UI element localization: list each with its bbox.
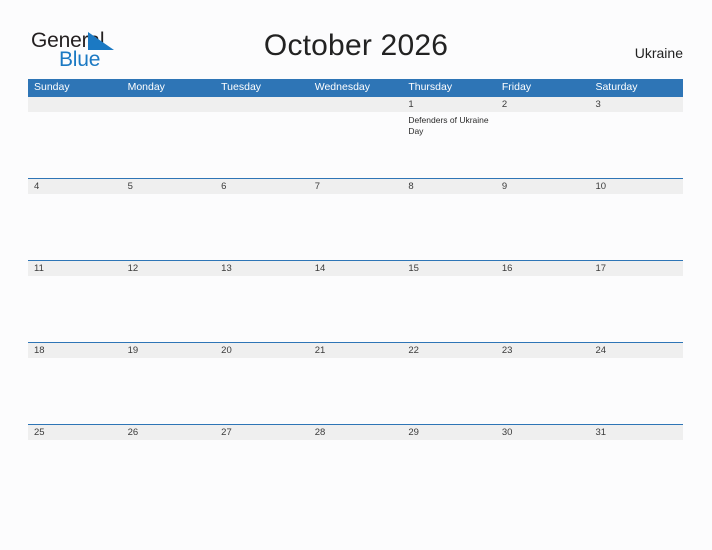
day-cell[interactable] (496, 112, 590, 178)
day-cell[interactable] (215, 112, 309, 178)
day-cell[interactable] (215, 276, 309, 342)
date-number[interactable]: 1 (402, 97, 496, 112)
date-number[interactable]: 16 (496, 261, 590, 276)
day-cell[interactable] (28, 194, 122, 260)
date-number[interactable]: 31 (589, 425, 683, 440)
date-number[interactable]: 8 (402, 179, 496, 194)
day-cell[interactable] (28, 112, 122, 178)
day-cell[interactable] (28, 358, 122, 424)
date-number[interactable] (309, 97, 403, 112)
week-date-numbers: 18 19 20 21 22 23 24 (28, 343, 683, 358)
day-cell[interactable] (589, 112, 683, 178)
week-event-cells (28, 194, 683, 260)
day-cell[interactable] (309, 276, 403, 342)
day-cell[interactable] (28, 276, 122, 342)
date-number[interactable]: 19 (122, 343, 216, 358)
day-cell[interactable] (122, 358, 216, 424)
day-header-wednesday: Wednesday (314, 81, 370, 93)
day-cell[interactable] (496, 440, 590, 506)
week-event-cells (28, 440, 683, 506)
day-cell[interactable] (589, 194, 683, 260)
date-number[interactable]: 9 (496, 179, 590, 194)
week-row: 18 19 20 21 22 23 24 (28, 342, 683, 424)
day-cell[interactable] (309, 440, 403, 506)
week-event-cells: Defenders of Ukraine Day (28, 112, 683, 178)
day-cell[interactable] (309, 194, 403, 260)
date-number[interactable]: 24 (589, 343, 683, 358)
date-number[interactable] (28, 97, 122, 112)
week-row: 4 5 6 7 8 9 10 (28, 178, 683, 260)
day-cell[interactable] (496, 194, 590, 260)
date-number[interactable]: 14 (309, 261, 403, 276)
day-cell[interactable] (215, 358, 309, 424)
day-cell[interactable] (496, 276, 590, 342)
day-header-friday: Friday (501, 81, 532, 93)
day-cell[interactable]: Defenders of Ukraine Day (402, 112, 496, 178)
date-number[interactable]: 17 (589, 261, 683, 276)
date-number[interactable]: 23 (496, 343, 590, 358)
date-number[interactable] (215, 97, 309, 112)
day-cell[interactable] (402, 358, 496, 424)
week-date-numbers: 4 5 6 7 8 9 10 (28, 179, 683, 194)
date-number[interactable]: 30 (496, 425, 590, 440)
date-number[interactable]: 18 (28, 343, 122, 358)
date-number[interactable]: 11 (28, 261, 122, 276)
date-number[interactable]: 4 (28, 179, 122, 194)
date-number[interactable]: 5 (122, 179, 216, 194)
day-of-week-header-row: Sunday Monday Tuesday Wednesday Thursday… (28, 79, 683, 96)
date-number[interactable]: 25 (28, 425, 122, 440)
date-number[interactable]: 12 (122, 261, 216, 276)
day-header-tuesday: Tuesday (221, 81, 262, 93)
day-header-thursday: Thursday (408, 81, 453, 93)
week-date-numbers: 1 2 3 (28, 97, 683, 112)
week-row: 11 12 13 14 15 16 17 (28, 260, 683, 342)
day-cell[interactable] (309, 358, 403, 424)
day-cell[interactable] (402, 194, 496, 260)
country-label: Ukraine (634, 45, 683, 61)
event-label: Defenders of Ukraine Day (408, 115, 489, 136)
week-date-numbers: 11 12 13 14 15 16 17 (28, 261, 683, 276)
week-row: 1 2 3 Defenders of Ukraine Day (28, 96, 683, 178)
date-number[interactable]: 22 (402, 343, 496, 358)
week-event-cells (28, 358, 683, 424)
day-cell[interactable] (589, 276, 683, 342)
day-cell[interactable] (215, 194, 309, 260)
day-cell[interactable] (28, 440, 122, 506)
date-number[interactable]: 26 (122, 425, 216, 440)
date-number[interactable]: 21 (309, 343, 403, 358)
day-cell[interactable] (122, 440, 216, 506)
page-title: October 2026 (263, 29, 449, 62)
week-date-numbers: 25 26 27 28 29 30 31 (28, 425, 683, 440)
date-number[interactable]: 15 (402, 261, 496, 276)
day-cell[interactable] (122, 276, 216, 342)
week-row: 25 26 27 28 29 30 31 (28, 424, 683, 506)
week-event-cells (28, 276, 683, 342)
day-cell[interactable] (402, 440, 496, 506)
date-number[interactable] (122, 97, 216, 112)
calendar-grid: Sunday Monday Tuesday Wednesday Thursday… (28, 79, 683, 506)
date-number[interactable]: 20 (215, 343, 309, 358)
calendar-page: General Blue October 2026 Ukraine Sunday… (0, 0, 712, 550)
date-number[interactable]: 3 (589, 97, 683, 112)
day-cell[interactable] (589, 358, 683, 424)
date-number[interactable]: 27 (215, 425, 309, 440)
date-number[interactable]: 2 (496, 97, 590, 112)
date-number[interactable]: 6 (215, 179, 309, 194)
day-cell[interactable] (496, 358, 590, 424)
date-number[interactable]: 13 (215, 261, 309, 276)
date-number[interactable]: 10 (589, 179, 683, 194)
day-header-saturday: Saturday (595, 81, 638, 93)
day-header-sunday: Sunday (34, 81, 70, 93)
date-number[interactable]: 7 (309, 179, 403, 194)
day-cell[interactable] (589, 440, 683, 506)
day-header-monday: Monday (127, 81, 165, 93)
day-cell[interactable] (402, 276, 496, 342)
day-cell[interactable] (122, 194, 216, 260)
page-header: General Blue October 2026 Ukraine (0, 0, 712, 78)
date-number[interactable]: 29 (402, 425, 496, 440)
day-cell[interactable] (122, 112, 216, 178)
day-cell[interactable] (309, 112, 403, 178)
day-cell[interactable] (215, 440, 309, 506)
date-number[interactable]: 28 (309, 425, 403, 440)
